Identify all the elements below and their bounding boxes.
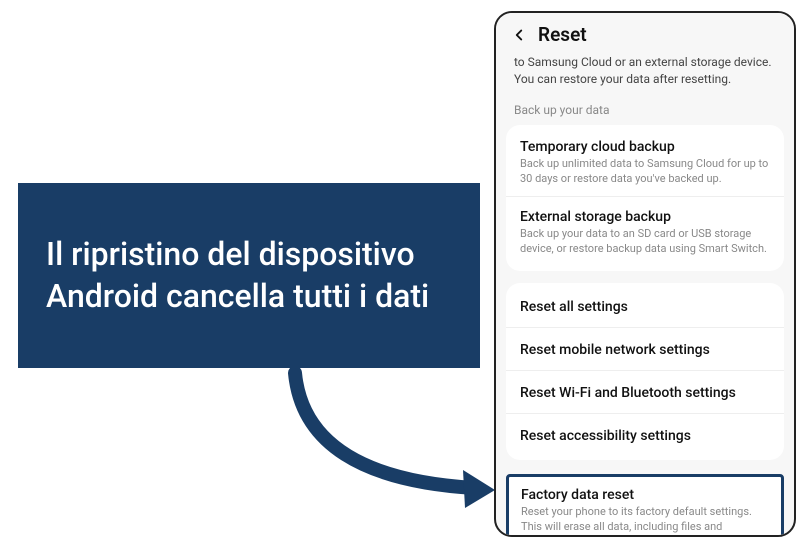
page-title: Reset	[538, 23, 587, 46]
reset-all-settings-item[interactable]: Reset all settings	[506, 287, 784, 327]
reset-accessibility-item[interactable]: Reset accessibility settings	[506, 413, 784, 456]
factory-data-reset-item[interactable]: Factory data reset Reset your phone to i…	[506, 474, 784, 537]
item-desc: Back up unlimited data to Samsung Cloud …	[520, 157, 770, 187]
external-storage-backup-item[interactable]: External storage backup Back up your dat…	[506, 196, 784, 267]
arrow-icon	[285, 368, 505, 518]
reset-options-card: Reset all settings Reset mobile network …	[506, 283, 784, 460]
backup-card: Temporary cloud backup Back up unlimited…	[506, 125, 784, 271]
temporary-cloud-backup-item[interactable]: Temporary cloud backup Back up unlimited…	[506, 129, 784, 197]
item-title: Reset accessibility settings	[520, 428, 770, 444]
callout-banner: Il ripristino del dispositivo Android ca…	[18, 183, 480, 368]
settings-header: Reset	[496, 13, 794, 50]
item-title: Reset all settings	[520, 299, 770, 315]
item-title: Temporary cloud backup	[520, 139, 770, 155]
item-title: Reset Wi-Fi and Bluetooth settings	[520, 385, 770, 401]
reset-wifi-bluetooth-item[interactable]: Reset Wi-Fi and Bluetooth settings	[506, 370, 784, 413]
intro-text: to Samsung Cloud or an external storage …	[496, 50, 794, 99]
item-desc: Back up your data to an SD card or USB s…	[520, 227, 770, 257]
phone-frame: Reset to Samsung Cloud or an external st…	[494, 11, 796, 537]
reset-mobile-network-item[interactable]: Reset mobile network settings	[506, 327, 784, 370]
backup-section-label: Back up your data	[496, 99, 794, 125]
item-title: Reset mobile network settings	[520, 342, 770, 358]
item-desc: Reset your phone to its factory default …	[521, 505, 769, 537]
back-icon[interactable]	[510, 26, 528, 44]
item-title: External storage backup	[520, 209, 770, 225]
item-title: Factory data reset	[521, 487, 769, 503]
callout-text: Il ripristino del dispositivo Android ca…	[46, 234, 452, 317]
